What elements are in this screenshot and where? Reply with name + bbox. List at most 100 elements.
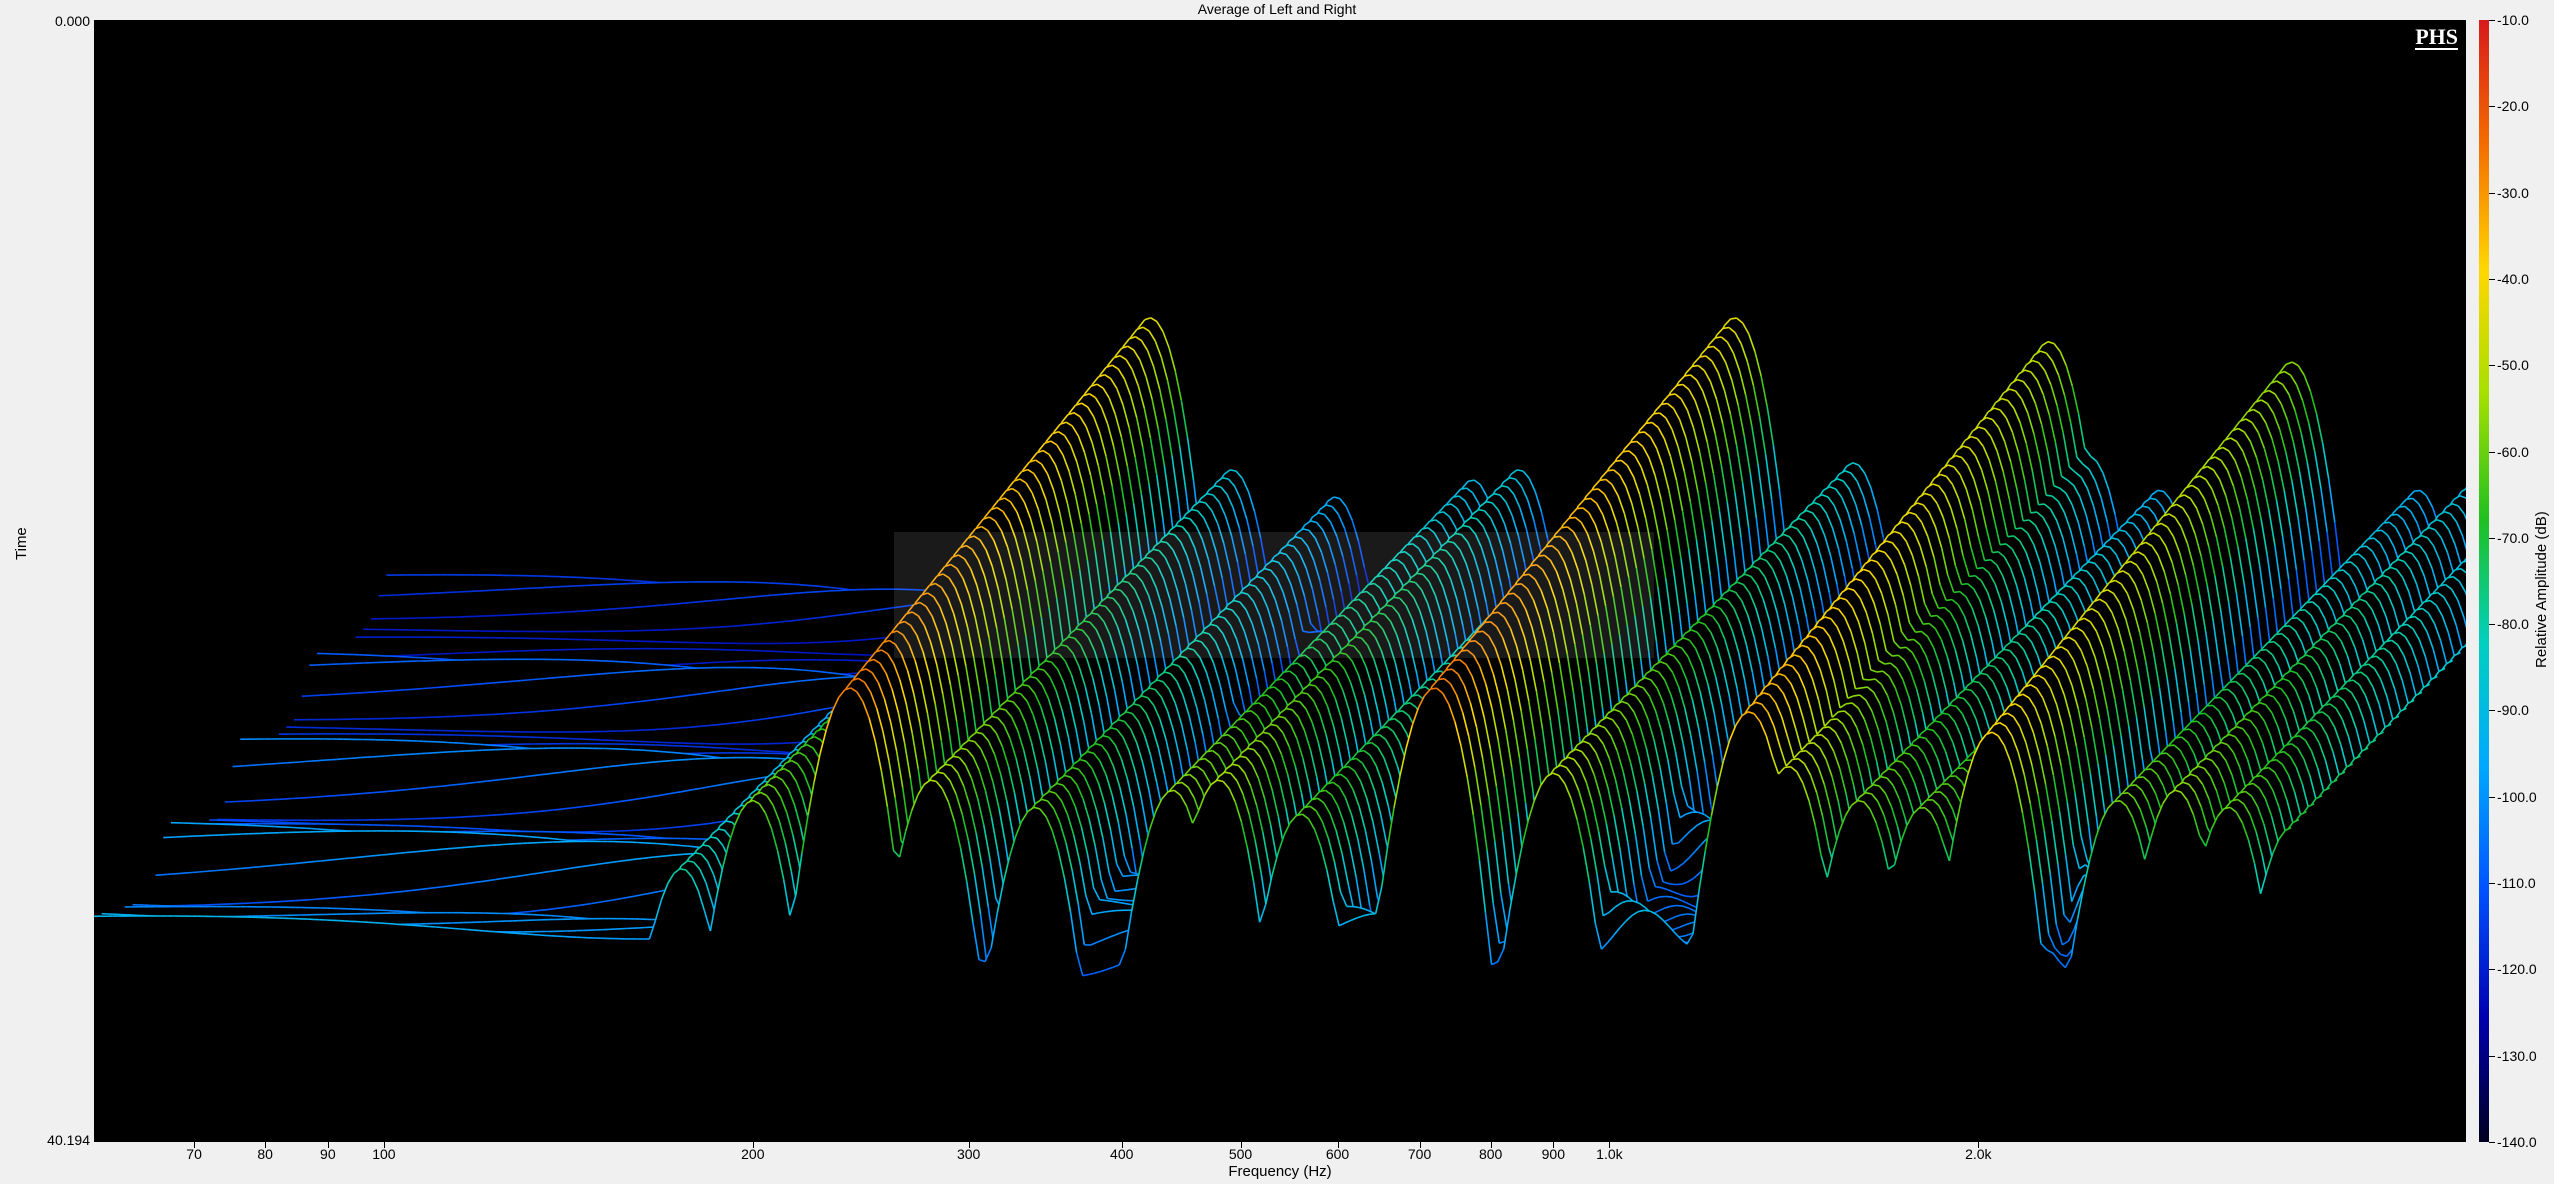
slice-line: [393, 689, 400, 692]
slice-line: [531, 710, 539, 713]
slice-line: [617, 702, 624, 705]
slice-line: [755, 595, 762, 598]
slice-line: [496, 681, 504, 684]
chart-title: Average of Left and Right: [1197, 1, 1357, 17]
slice-line: [2367, 537, 2375, 540]
slice-line: [1691, 364, 1699, 368]
slice-line: [429, 686, 437, 689]
slice-line: [718, 598, 725, 601]
slice-line: [669, 664, 676, 667]
slice-line: [588, 673, 595, 676]
slice-line: [831, 676, 838, 679]
slice-line: [869, 609, 877, 612]
slice-line: [826, 671, 833, 674]
slice-line: [688, 601, 695, 604]
slice-line: [798, 591, 805, 594]
slice-line: [539, 677, 546, 680]
slice-line: [1638, 431, 1645, 434]
slice-line: [2015, 527, 2022, 530]
slice-line: [800, 679, 807, 682]
slice-line: [880, 636, 887, 639]
slice-line: [545, 677, 552, 680]
slice-line: [645, 662, 652, 665]
slice-line: [2344, 561, 2352, 564]
slice-line: [805, 584, 812, 587]
slice-line: [580, 706, 588, 709]
slice-line: [556, 708, 563, 711]
slice-line: [557, 676, 565, 679]
slice-line: [806, 679, 813, 682]
slice-line: [881, 607, 889, 611]
y-tick-bottom: 40.194: [47, 1132, 90, 1148]
slice-line: [564, 675, 571, 678]
slice-line: [472, 683, 479, 686]
slice-line: [1984, 559, 1991, 562]
slice-line: [657, 604, 664, 607]
slice-line: [802, 618, 809, 621]
slice-line: [678, 695, 685, 698]
slice-line: [851, 611, 858, 615]
slice-line: [676, 602, 683, 605]
slice-line: [739, 686, 746, 690]
slice-line: [602, 608, 609, 611]
slice-line: [550, 709, 557, 712]
slice-line: [788, 680, 795, 684]
slice-line: [599, 704, 606, 707]
slice-line: [767, 594, 774, 597]
slice-line: [2321, 585, 2329, 588]
slice-line: [651, 663, 658, 666]
slice-line: [594, 673, 601, 676]
slice-line: [636, 580, 643, 583]
slice-line: [761, 594, 768, 597]
slice-line: [811, 584, 819, 587]
slice-line: [696, 692, 704, 696]
slice-line: [832, 672, 839, 675]
slice-line: [660, 697, 667, 700]
slice-line: [735, 624, 742, 627]
slice-line: [629, 701, 636, 704]
slice-line: [776, 682, 783, 685]
slice-line: [641, 699, 649, 703]
slice-line: [533, 678, 540, 681]
slice-line: [875, 608, 883, 611]
slice-line: [714, 690, 722, 693]
slice-line: [737, 597, 744, 600]
slice-line: [721, 689, 728, 692]
slice-line: [2414, 489, 2421, 492]
slice-line: [1684, 374, 1691, 377]
slice-line: [785, 592, 793, 595]
slice-line: [570, 675, 577, 678]
slice-line: [2391, 513, 2398, 516]
slice-line: [490, 681, 498, 684]
slice-line: [623, 701, 630, 705]
slice-line: [2352, 553, 2359, 556]
slice-line: [657, 663, 664, 666]
slice-line: [838, 673, 846, 676]
slice-line: [1999, 543, 2007, 546]
slice-line: [763, 683, 771, 687]
slice-line: [484, 682, 491, 685]
slice-line: [802, 669, 809, 672]
slice-line: [611, 703, 618, 706]
slice-line: [478, 682, 485, 685]
slice-line: [663, 664, 670, 667]
slice-line: [672, 695, 679, 699]
slice-line: [702, 691, 710, 695]
slice-line: [1460, 487, 1467, 490]
slice-line: [423, 687, 430, 690]
slice-line: [1630, 440, 1637, 444]
slice-line: [1661, 402, 1668, 406]
slice-line: [684, 694, 691, 697]
slice-line: [769, 683, 777, 686]
slice-line: [654, 698, 661, 701]
slice-line: [568, 707, 575, 710]
slice-line: [812, 678, 819, 681]
slice-line: [448, 685, 455, 688]
slice-line: [724, 598, 732, 601]
slice-line: [808, 669, 815, 672]
slice-line: [690, 693, 697, 696]
slice-line: [411, 688, 418, 691]
slice-line: [782, 681, 789, 684]
slice-line: [789, 668, 797, 671]
slice-line: [1992, 551, 1999, 554]
